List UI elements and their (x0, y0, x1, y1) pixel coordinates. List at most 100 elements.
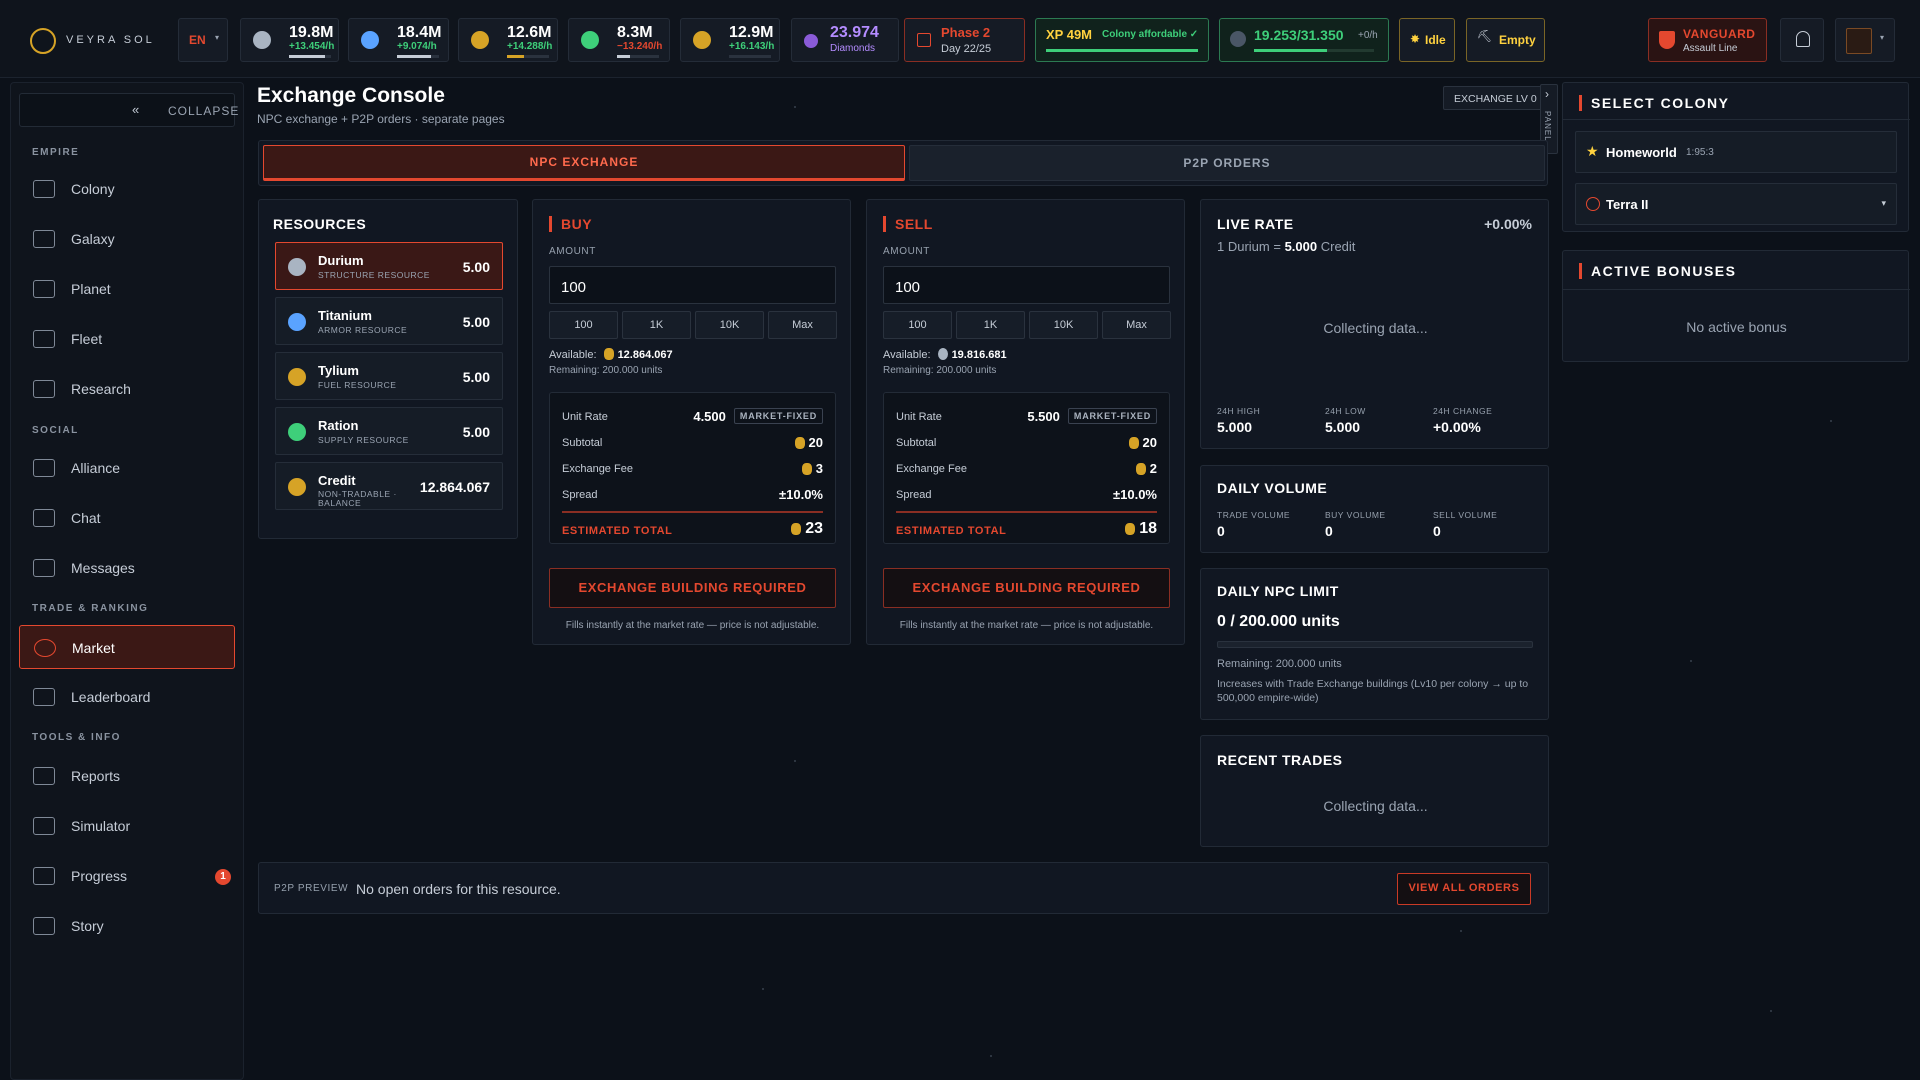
buy-quick-10k[interactable]: 10K (695, 311, 764, 339)
homeworld-coords: 1:95:3 (1686, 147, 1714, 158)
sell-quick-10k[interactable]: 10K (1029, 311, 1098, 339)
sell-panel: SELL AMOUNT 100 100 1K 10K Max Available… (866, 199, 1185, 645)
resource-capacity-bar (289, 55, 331, 58)
sidebar-item-reports[interactable]: Reports (19, 754, 235, 798)
buy-quick-max[interactable]: Max (768, 311, 837, 339)
resource-row-durium[interactable]: Durium STRUCTURE RESOURCE 5.00 (275, 242, 503, 290)
collapse-label: COLLAPSE (168, 104, 240, 118)
sell-unit-rate: 5.500 MARKET-FIXED (1027, 408, 1157, 424)
brand-logo[interactable] (30, 28, 56, 54)
buy-quick-1k[interactable]: 1K (622, 311, 691, 339)
resource-chip[interactable]: 18.4M +9.074/h (348, 18, 449, 62)
live-rate-prefix: 1 Durium = (1217, 239, 1285, 254)
credit-icon (1128, 437, 1139, 449)
tab-npc-exchange[interactable]: NPC EXCHANGE (263, 145, 905, 181)
buy-title: BUY (561, 216, 593, 232)
idle-status[interactable]: ✸ Idle (1399, 18, 1455, 62)
sidebar-item-colony[interactable]: Colony (19, 167, 235, 211)
population-display[interactable]: 19.253/31.350 +0/h (1219, 18, 1389, 62)
sidebar-item-label: Leaderboard (71, 689, 151, 705)
sell-fee-label: Exchange Fee (896, 463, 967, 475)
faction-badge[interactable]: VANGUARD Assault Line (1648, 18, 1767, 62)
xp-progress-fill (1046, 49, 1198, 52)
sell-total-value: 18 (1139, 520, 1157, 537)
resource-chip[interactable]: 8.3M −13.240/h (568, 18, 670, 62)
page-subtitle: NPC exchange + P2P orders · separate pag… (257, 112, 505, 126)
empty-status[interactable]: ⛏ Empty (1466, 18, 1545, 62)
sidebar-item-galaxy[interactable]: Galaxy (19, 217, 235, 261)
population-progress-fill (1254, 49, 1328, 52)
sidebar-item-label: Fleet (71, 331, 103, 347)
tab-p2p-orders[interactable]: P2P ORDERS (909, 145, 1545, 181)
language-selector[interactable]: EN ▾ (178, 18, 228, 62)
sell-accent (883, 216, 886, 232)
resource-row-ration[interactable]: Ration SUPPLY RESOURCE 5.00 (275, 407, 503, 455)
section-tools-info: TOOLS & INFO (32, 732, 121, 743)
sell-total: 18 (1125, 520, 1157, 538)
sidebar: « COLLAPSE EMPIRE SOCIAL TRADE & RANKING… (10, 82, 244, 1080)
phase-display[interactable]: Phase 2 Day 22/25 (904, 18, 1025, 62)
sidebar-item-messages[interactable]: Messages (19, 546, 235, 590)
divider (1563, 119, 1910, 120)
sidebar-item-research[interactable]: Research (19, 367, 235, 411)
resource-chip[interactable]: 12.6M +14.288/h (458, 18, 558, 62)
phase-title: Phase 2 (941, 25, 991, 40)
sidebar-item-label: Market (72, 640, 115, 656)
sell-quick-max[interactable]: Max (1102, 311, 1171, 339)
stat-24h-low-value: 5.000 (1325, 419, 1361, 435)
sidebar-item-simulator[interactable]: Simulator (19, 804, 235, 848)
divider (1563, 289, 1910, 290)
buy-subtotal-value: 20 (808, 435, 823, 450)
resource-subtitle: NON-TRADABLE · BALANCE (318, 489, 397, 508)
sell-subtotal-value: 20 (1142, 435, 1157, 450)
colony-select[interactable]: Terra II ▾ (1575, 183, 1897, 225)
leaderboard-icon (33, 688, 55, 706)
titanium-icon (361, 31, 379, 49)
sidebar-item-market[interactable]: Market (19, 625, 235, 669)
daily-npc-limit-value: 0 / 200.000 units (1217, 613, 1340, 630)
sell-quick-1k[interactable]: 1K (956, 311, 1025, 339)
buy-amount-input[interactable]: 100 (549, 266, 836, 304)
resource-value: 18.4M (397, 24, 442, 41)
buy-quick-100[interactable]: 100 (549, 311, 618, 339)
sell-subtotal-label: Subtotal (896, 437, 937, 449)
sidebar-item-alliance[interactable]: Alliance (19, 446, 235, 490)
resource-row-credit[interactable]: Credit NON-TRADABLE · BALANCE 12.864.067 (275, 462, 503, 510)
sell-quick-100[interactable]: 100 (883, 311, 952, 339)
resource-chip[interactable]: 19.8M +13.454/h (240, 18, 339, 62)
resource-rate-value: 5.00 (462, 314, 490, 330)
sidebar-item-progress[interactable]: Progress 1 (19, 854, 235, 898)
resource-capacity-bar (729, 55, 771, 58)
xp-display[interactable]: XP 49M Colony affordable ✓ (1035, 18, 1209, 62)
chevron-down-icon: ▾ (1880, 33, 1885, 42)
collapse-button[interactable]: « COLLAPSE (19, 93, 238, 127)
sidebar-item-planet[interactable]: Planet (19, 267, 235, 311)
resource-rate: +14.288/h (507, 41, 553, 52)
notifications-button[interactable] (1780, 18, 1824, 62)
diamonds-display[interactable]: 23.974 Diamonds (791, 18, 899, 62)
sidebar-item-chat[interactable]: Chat (19, 496, 235, 540)
resource-row-titanium[interactable]: Titanium ARMOR RESOURCE 5.00 (275, 297, 503, 345)
buy-total: 23 (791, 520, 823, 538)
view-all-orders-button[interactable]: VIEW ALL ORDERS (1397, 873, 1531, 905)
sidebar-item-story[interactable]: Story (19, 904, 235, 948)
sidebar-item-label: Colony (71, 181, 115, 197)
resource-subtitle: FUEL RESOURCE (318, 380, 397, 390)
sidebar-item-label: Simulator (71, 818, 131, 834)
resource-row-tylium[interactable]: Tylium FUEL RESOURCE 5.00 (275, 352, 503, 400)
buy-remaining: Remaining: 200.000 units (549, 365, 663, 376)
sell-amount-input[interactable]: 100 (883, 266, 1170, 304)
sell-exchange-button[interactable]: EXCHANGE BUILDING REQUIRED (883, 568, 1170, 608)
sell-amount-label: AMOUNT (883, 246, 930, 257)
resource-subtitle: SUPPLY RESOURCE (318, 435, 409, 445)
buy-unit-rate: 4.500 MARKET-FIXED (693, 408, 823, 424)
sidebar-item-fleet[interactable]: Fleet (19, 317, 235, 361)
profile-menu[interactable]: ▾ (1835, 18, 1895, 62)
double-chevron-left-icon: « (132, 102, 141, 117)
homeworld-colony-item[interactable]: ★ Homeworld 1:95:3 (1575, 131, 1897, 173)
buy-exchange-button[interactable]: EXCHANGE BUILDING REQUIRED (549, 568, 836, 608)
brand-name[interactable]: VEYRA SOL (66, 34, 155, 46)
buy-subtotal: 20 (794, 435, 823, 450)
sidebar-item-leaderboard[interactable]: Leaderboard (19, 675, 235, 719)
resource-chip[interactable]: 12.9M +16.143/h (680, 18, 780, 62)
